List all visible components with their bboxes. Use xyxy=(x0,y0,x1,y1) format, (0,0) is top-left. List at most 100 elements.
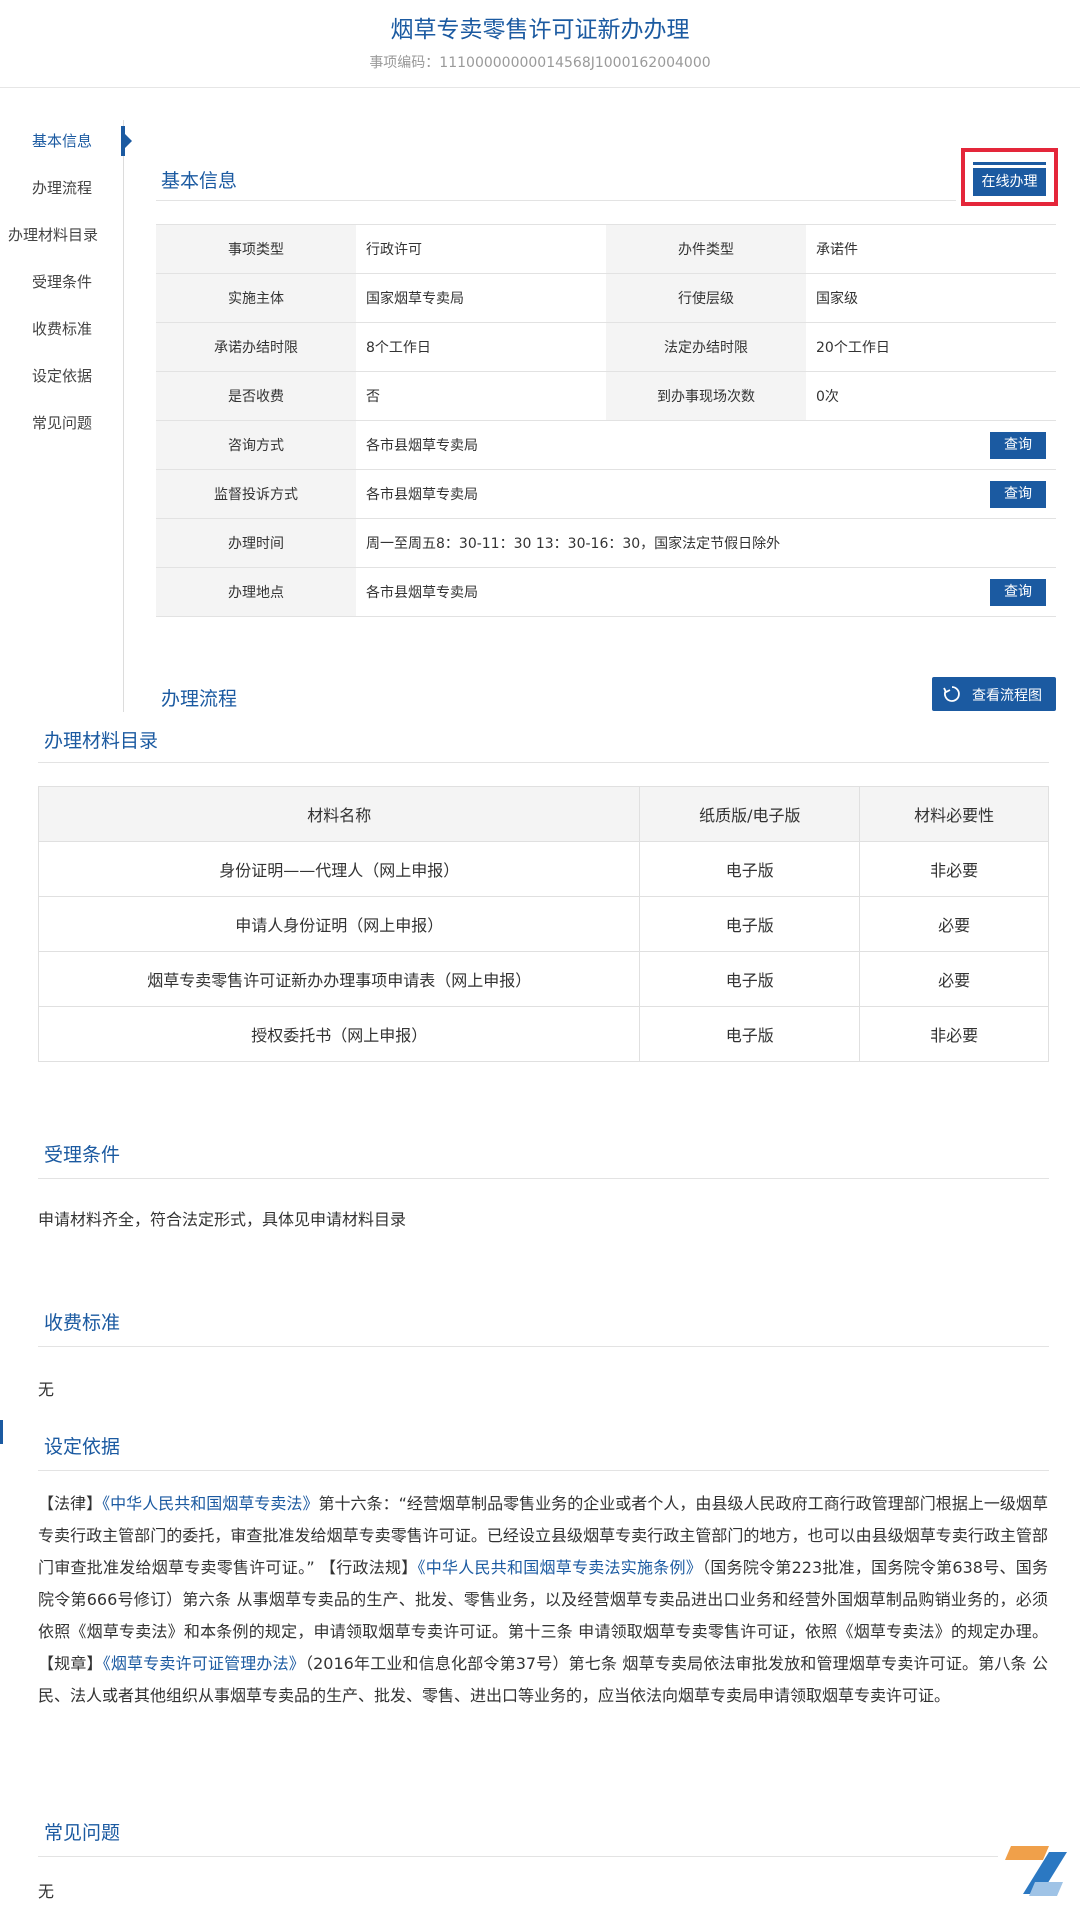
side-item-process[interactable]: 办理流程 xyxy=(0,177,124,198)
material-format: 电子版 xyxy=(639,841,861,897)
info-value: 国家烟草专卖局 xyxy=(356,273,606,323)
faq-text: 无 xyxy=(38,1882,55,1901)
section-divider xyxy=(38,1346,1049,1347)
view-flowchart-button[interactable]: 查看流程图 xyxy=(932,677,1056,711)
info-label: 实施主体 xyxy=(156,273,356,323)
section-title-conditions: 受理条件 xyxy=(44,1144,121,1166)
material-name: 申请人身份证明（网上申报） xyxy=(37,896,641,952)
material-necessity: 必要 xyxy=(859,951,1049,1007)
material-format: 电子版 xyxy=(639,951,861,1007)
material-name: 烟草专卖零售许可证新办办理事项申请表（网上申报） xyxy=(37,951,641,1007)
side-item-faq[interactable]: 常见问题 xyxy=(0,412,124,433)
regulation-link[interactable]: 《中华人民共和国烟草专卖法实施条例》 xyxy=(417,1558,702,1577)
side-item-basis[interactable]: 设定依据 xyxy=(0,365,124,386)
fees-text: 无 xyxy=(38,1380,55,1399)
material-format: 电子版 xyxy=(639,1006,861,1062)
materials-table: 材料名称 纸质版/电子版 材料必要性 身份证明——代理人（网上申报） 电子版 非… xyxy=(37,786,1049,1062)
info-value: 行政许可 xyxy=(356,224,606,274)
query-button-location[interactable]: 查询 xyxy=(990,579,1046,606)
section-title-fees: 收费标准 xyxy=(44,1312,121,1334)
section-title-basis: 设定依据 xyxy=(44,1436,121,1458)
table-row: 监督投诉方式 各市县烟草专卖局 查询 xyxy=(156,469,1056,519)
section-divider xyxy=(156,200,956,201)
info-label: 办件类型 xyxy=(606,224,806,274)
info-label: 法定办结时限 xyxy=(606,322,806,372)
item-code: 事项编码：11100000000014568J1000162004000 xyxy=(369,55,711,71)
basic-info-table: 事项类型 行政许可 办件类型 承诺件 实施主体 国家烟草专卖局 行使层级 国家级… xyxy=(156,224,1056,617)
section-divider xyxy=(38,1856,998,1857)
side-item-basic-info[interactable]: 基本信息 xyxy=(0,130,124,151)
info-value-wide: 各市县烟草专卖局 查询 xyxy=(356,567,1056,617)
info-label: 事项类型 xyxy=(156,224,356,274)
info-label: 办理地点 xyxy=(156,567,356,617)
table-row: 咨询方式 各市县烟草专卖局 查询 xyxy=(156,420,1056,470)
column-header: 材料名称 xyxy=(37,786,641,842)
info-value: 0次 xyxy=(806,371,1056,421)
side-active-arrow-icon xyxy=(125,134,132,148)
side-nav: 基本信息 办理流程 办理材料目录 受理条件 收费标准 设定依据 常见问题 xyxy=(0,120,124,712)
material-necessity: 非必要 xyxy=(859,1006,1049,1062)
table-row: 办理时间 周一至周五8：30-11：30 13：30-16：30，国家法定节假日… xyxy=(156,518,1056,568)
info-label: 承诺办结时限 xyxy=(156,322,356,372)
info-label: 监督投诉方式 xyxy=(156,469,356,519)
section-divider xyxy=(38,762,1049,763)
side-item-materials[interactable]: 办理材料目录 xyxy=(0,224,124,245)
material-name: 身份证明——代理人（网上申报） xyxy=(37,841,641,897)
query-button-complaint[interactable]: 查询 xyxy=(990,481,1046,508)
info-value: 8个工作日 xyxy=(356,322,606,372)
refresh-icon xyxy=(943,686,960,702)
info-label: 办理时间 xyxy=(156,518,356,568)
section-divider xyxy=(38,1470,1049,1471)
table-row: 身份证明——代理人（网上申报） 电子版 非必要 xyxy=(37,841,1049,897)
brand-logo-icon xyxy=(1005,1846,1067,1896)
law-link[interactable]: 《中华人民共和国烟草专卖法》 xyxy=(102,1494,318,1513)
section-title-faq: 常见问题 xyxy=(44,1822,121,1844)
table-row: 事项类型 行政许可 办件类型 承诺件 xyxy=(156,224,1056,274)
button-top-bar xyxy=(973,162,1046,165)
info-value: 承诺件 xyxy=(806,224,1056,274)
page-header: 烟草专卖零售许可证新办办理 事项编码：11100000000014568J100… xyxy=(0,0,1080,88)
table-row: 是否收费 否 到办事现场次数 0次 xyxy=(156,371,1056,421)
conditions-text: 申请材料齐全，符合法定形式，具体见申请材料目录 xyxy=(38,1210,407,1229)
column-header: 纸质版/电子版 xyxy=(639,786,861,842)
material-format: 电子版 xyxy=(639,896,861,952)
material-necessity: 非必要 xyxy=(859,841,1049,897)
table-row: 实施主体 国家烟草专卖局 行使层级 国家级 xyxy=(156,273,1056,323)
rule-link[interactable]: 《烟草专卖许可证管理办法》 xyxy=(103,1654,305,1673)
side-item-conditions[interactable]: 受理条件 xyxy=(0,271,124,292)
table-header-row: 材料名称 纸质版/电子版 材料必要性 xyxy=(37,786,1049,842)
info-label: 是否收费 xyxy=(156,371,356,421)
info-value: 国家级 xyxy=(806,273,1056,323)
column-header: 材料必要性 xyxy=(859,786,1049,842)
table-row: 办理地点 各市县烟草专卖局 查询 xyxy=(156,567,1056,617)
scroll-position-marker xyxy=(0,1420,3,1444)
material-name: 授权委托书（网上申报） xyxy=(37,1006,641,1062)
material-necessity: 必要 xyxy=(859,896,1049,952)
table-row: 申请人身份证明（网上申报） 电子版 必要 xyxy=(37,896,1049,952)
section-title-materials: 办理材料目录 xyxy=(44,730,159,752)
info-label: 行使层级 xyxy=(606,273,806,323)
info-label: 到办事现场次数 xyxy=(606,371,806,421)
page-title: 烟草专卖零售许可证新办办理 xyxy=(390,17,690,43)
info-value: 各市县烟草专卖局 xyxy=(366,585,478,601)
section-title-basic: 基本信息 xyxy=(161,170,238,192)
section-title-process: 办理流程 xyxy=(161,688,238,710)
view-flowchart-label: 查看流程图 xyxy=(972,688,1042,704)
query-button-consult[interactable]: 查询 xyxy=(990,432,1046,459)
side-item-fees[interactable]: 收费标准 xyxy=(0,318,124,339)
info-value: 周一至周五8：30-11：30 13：30-16：30，国家法定节假日除外 xyxy=(366,536,781,552)
online-apply-highlight: 在线办理 xyxy=(961,148,1058,206)
basis-text: 【法律】《中华人民共和国烟草专卖法》第十六条：“经营烟草制品零售业务的企业或者个… xyxy=(38,1488,1048,1712)
info-value-wide: 周一至周五8：30-11：30 13：30-16：30，国家法定节假日除外 xyxy=(356,518,1056,568)
table-row: 烟草专卖零售许可证新办办理事项申请表（网上申报） 电子版 必要 xyxy=(37,951,1049,1007)
info-label: 咨询方式 xyxy=(156,420,356,470)
info-value: 20个工作日 xyxy=(806,322,1056,372)
basis-text-segment: 【法律】 xyxy=(38,1494,103,1513)
info-value: 各市县烟草专卖局 xyxy=(366,438,478,454)
info-value-wide: 各市县烟草专卖局 查询 xyxy=(356,420,1056,470)
section-divider xyxy=(38,1178,1049,1179)
info-value-wide: 各市县烟草专卖局 查询 xyxy=(356,469,1056,519)
online-apply-button[interactable]: 在线办理 xyxy=(973,168,1046,196)
table-row: 授权委托书（网上申报） 电子版 非必要 xyxy=(37,1006,1049,1062)
table-row: 承诺办结时限 8个工作日 法定办结时限 20个工作日 xyxy=(156,322,1056,372)
